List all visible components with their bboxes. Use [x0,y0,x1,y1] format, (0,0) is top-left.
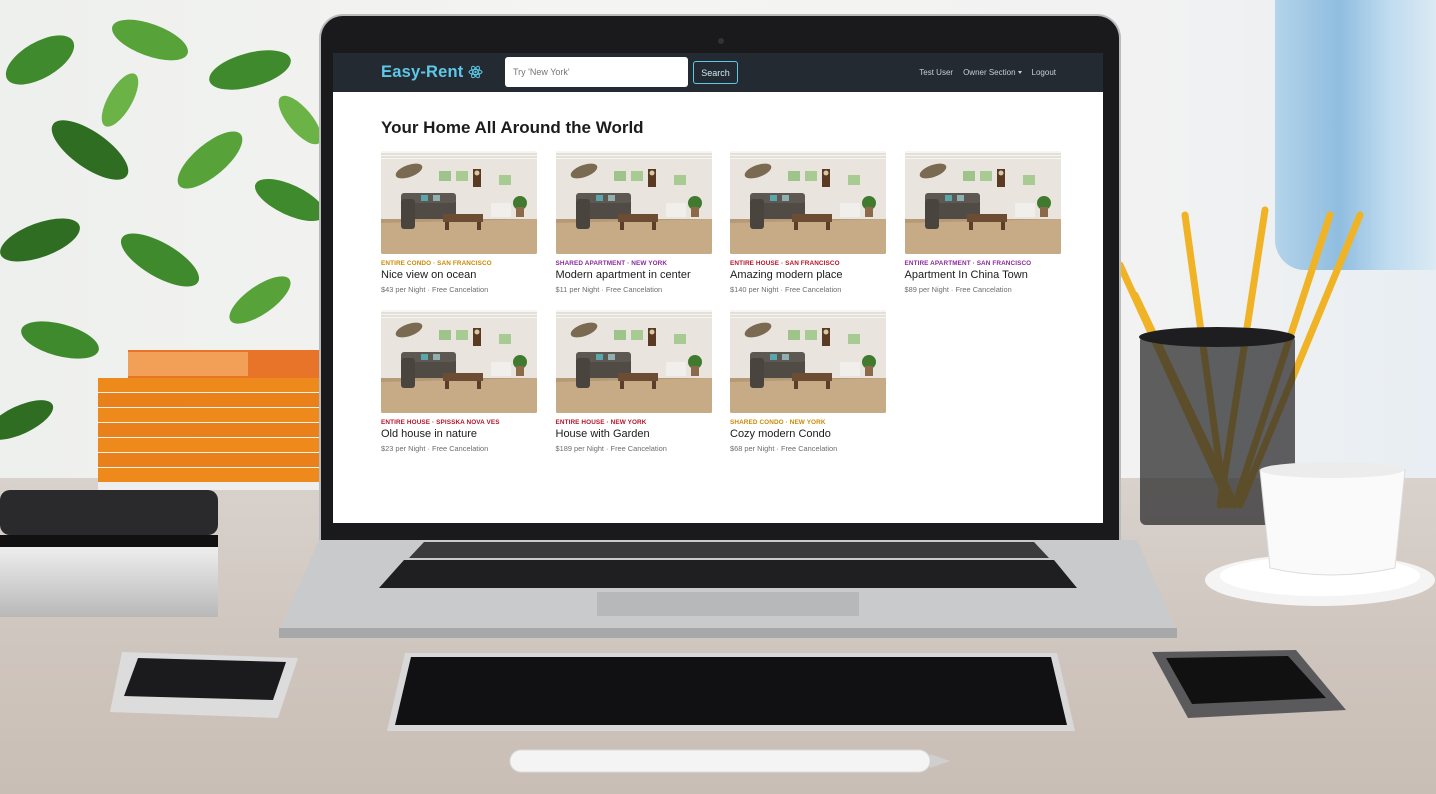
user-name-link[interactable]: Test User [919,68,953,77]
living-room-photo [730,151,886,254]
page-title: Your Home All Around the World [381,118,644,137]
coffee-cup-image [1205,462,1435,606]
listing-card[interactable]: ENTIRE HOUSE · SAN FRANCISCO Amazing mod… [730,151,886,296]
listing-category: ENTIRE HOUSE · SAN FRANCISCO [730,260,840,267]
navbar: Easy-Rent Search Test User Owner Section… [333,53,1103,92]
webcam [718,38,724,44]
tablet-image [387,653,1075,731]
app-window: Easy-Rent Search Test User Owner Section… [333,53,1103,523]
black-phone-image [1152,650,1346,718]
listing-card[interactable]: SHARED APARTMENT · NEW YORK Modern apart… [555,151,712,296]
listing-card[interactable]: ENTIRE CONDO · SAN FRANCISCO Nice view o… [381,151,537,296]
listing-title[interactable]: Cozy modern Condo [730,428,886,440]
owner-section-dropdown[interactable]: Owner Section [963,68,1022,77]
search-input[interactable] [505,57,688,87]
search-button[interactable]: Search [693,61,738,84]
listing-title[interactable]: Apartment In China Town [905,269,1061,281]
living-room-photo [381,310,537,413]
white-phone-image [110,652,298,718]
living-room-photo [730,310,886,413]
brand-logo[interactable]: Easy-Rent [381,63,483,84]
caret-down-icon [1017,71,1022,74]
laptop-keyboard-base [279,540,1177,638]
owner-section-label: Owner Section [963,68,1016,77]
listing-card[interactable]: ENTIRE HOUSE · NEW YORK House with Garde… [555,310,712,455]
listings-grid: ENTIRE CONDO · SAN FRANCISCO Nice view o… [381,151,1061,455]
listing-title[interactable]: Modern apartment in center [556,269,712,281]
listing-title[interactable]: Nice view on ocean [381,269,537,281]
listing-card[interactable]: ENTIRE APARTMENT · SAN FRANCISCO Apartme… [904,151,1061,296]
external-drive-image [0,490,218,617]
listing-category: ENTIRE APARTMENT · SAN FRANCISCO [904,260,1032,267]
listing-title[interactable]: Old house in nature [381,428,537,440]
listing-category: SHARED APARTMENT · NEW YORK [555,260,668,267]
listing-price: $89 per Night · Free Cancelation [904,285,1012,294]
listing-card[interactable]: ENTIRE HOUSE · SPISSKA NOVA VES Old hous… [381,310,537,455]
pen-image [509,749,950,773]
listing-price: $68 per Night · Free Cancelation [730,444,838,453]
listing-price: $140 per Night · Free Cancelation [730,285,842,294]
brand-name[interactable]: Easy-Rent [381,63,464,81]
listing-title[interactable]: Amazing modern place [730,269,886,281]
listing-category: ENTIRE CONDO · SAN FRANCISCO [381,260,492,267]
listing-card[interactable]: SHARED CONDO · NEW YORK Cozy modern Cond… [730,310,886,455]
listing-price: $23 per Night · Free Cancelation [381,444,489,453]
books-stack-image [98,350,333,490]
react-atom-icon [468,65,483,84]
listing-category: ENTIRE HOUSE · NEW YORK [555,419,647,426]
listing-category: SHARED CONDO · NEW YORK [730,419,826,426]
living-room-photo [555,151,712,254]
listing-price: $11 per Night · Free Cancelation [555,285,663,294]
listing-title[interactable]: House with Garden [556,428,712,440]
living-room-photo [555,310,712,413]
living-room-photo [381,151,537,254]
living-room-photo [904,151,1061,254]
user-menu: Test User Owner Section Logout [919,68,1056,77]
listing-price: $189 per Night · Free Cancelation [555,444,667,453]
logout-link[interactable]: Logout [1032,68,1056,77]
listing-price: $43 per Night · Free Cancelation [381,285,489,294]
listing-category: ENTIRE HOUSE · SPISSKA NOVA VES [381,419,500,426]
